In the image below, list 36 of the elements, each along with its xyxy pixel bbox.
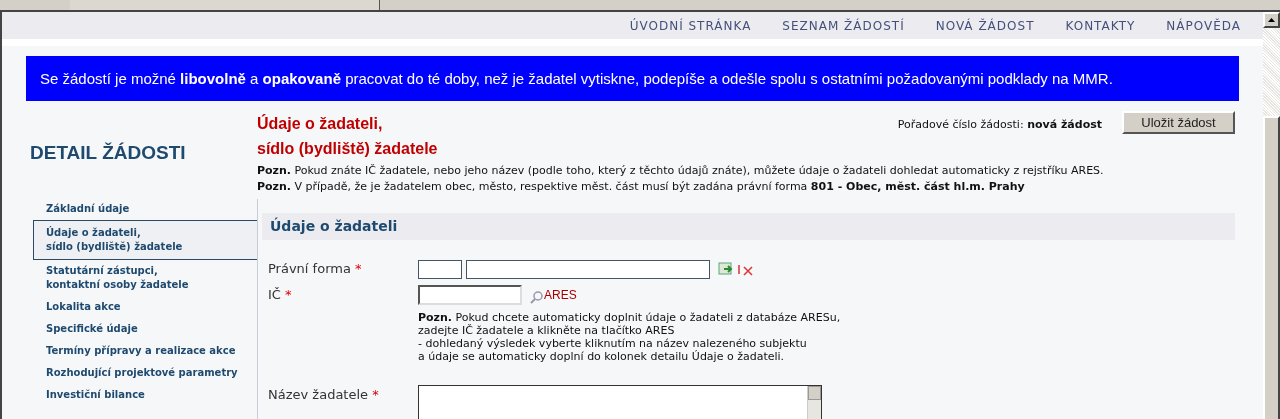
sidebar-item[interactable]: Investiční bilance	[33, 383, 257, 406]
page-heading: Údaje o žadateli, sídlo (bydliště) žadatele	[257, 113, 438, 159]
sidebar-item[interactable]: Termíny přípravy a realizace akce	[33, 339, 257, 362]
field-label: IČ *	[268, 286, 293, 305]
note-text: Pozn. Pokud znáte IČ žadatele, nebo jeho název (podle toho, který z těchto údajů znáte), můžete údaje o žadateli dohledat automaticky z rejstříku ARES.	[257, 163, 1105, 179]
section-header: Údaje o žadateli	[262, 213, 1235, 240]
sidebar-item[interactable]: Lokalita akce	[33, 295, 257, 318]
ico-input[interactable]	[418, 285, 522, 305]
ares-button[interactable]: ARES	[530, 286, 577, 304]
magnifier-icon	[530, 290, 544, 304]
nav-link[interactable]: ÚVODNÍ STRÁNKA	[629, 16, 752, 35]
sidebar-title: DETAIL ŽÁDOSTI	[30, 141, 187, 165]
order-number: Pořadové číslo žádosti: nová žádost	[897, 117, 1102, 133]
name-input[interactable]	[466, 259, 710, 279]
scrollbar[interactable]	[1263, 12, 1280, 419]
code-input[interactable]	[418, 259, 462, 279]
sidebar-item[interactable]: Specifické údaje	[33, 317, 257, 340]
sidebar-item[interactable]: Rozhodující projektové parametry	[33, 361, 257, 384]
field-label: Právní forma *	[268, 260, 363, 279]
nav-link[interactable]: KONTAKTY	[1065, 16, 1136, 35]
up-arrow-icon	[1268, 18, 1275, 22]
sidebar-item[interactable]: Údaje o žadateli, sídlo (bydliště) žadatele	[33, 219, 257, 260]
note-text: Pozn. V případě, že je žadatelem obec, město, respektive měst. část musí být zadána právní forma 801 - Obec, měst. část hl.m. Prahy	[257, 179, 1026, 195]
nav-link[interactable]: SEZNAM ŽÁDOSTÍ	[782, 16, 905, 35]
scroll-thumb[interactable]	[1263, 116, 1280, 419]
ares-hint: Pozn. Pokud chcete automaticky doplnit údaje o žadateli z databáze ARESu, zadejte IČ žadatele a klikněte na tlačítko ARES - dohledaný výsledek vyberte kliknutím na název nalezeného subjektu a údaje se automaticky doplní do kolonek detailu Údaje o žadateli.	[418, 311, 842, 363]
save-button[interactable]: Uložit žádost	[1122, 111, 1235, 134]
clear-icon[interactable]	[738, 262, 754, 276]
scroll-up-button[interactable]	[1263, 12, 1280, 28]
sidebar-item[interactable]: Základní údaje	[33, 197, 257, 220]
nav-link[interactable]: NOVÁ ŽÁDOST	[935, 16, 1035, 35]
sidebar-item[interactable]: Statutární zástupci, kontaktní osoby žadatele	[33, 259, 257, 296]
info-banner: Se žádostí je možné libovolně a opakovaně pracovat do té doby, než je žadatel vytiskne, podepíše a odešle spolu s ostatními požadovanými podklady na MMR.	[26, 56, 1239, 101]
field-label: Název žadatele *	[268, 386, 380, 404]
select-icon[interactable]	[718, 262, 734, 276]
nav-link[interactable]: NÁPOVĚDA	[1166, 16, 1241, 35]
